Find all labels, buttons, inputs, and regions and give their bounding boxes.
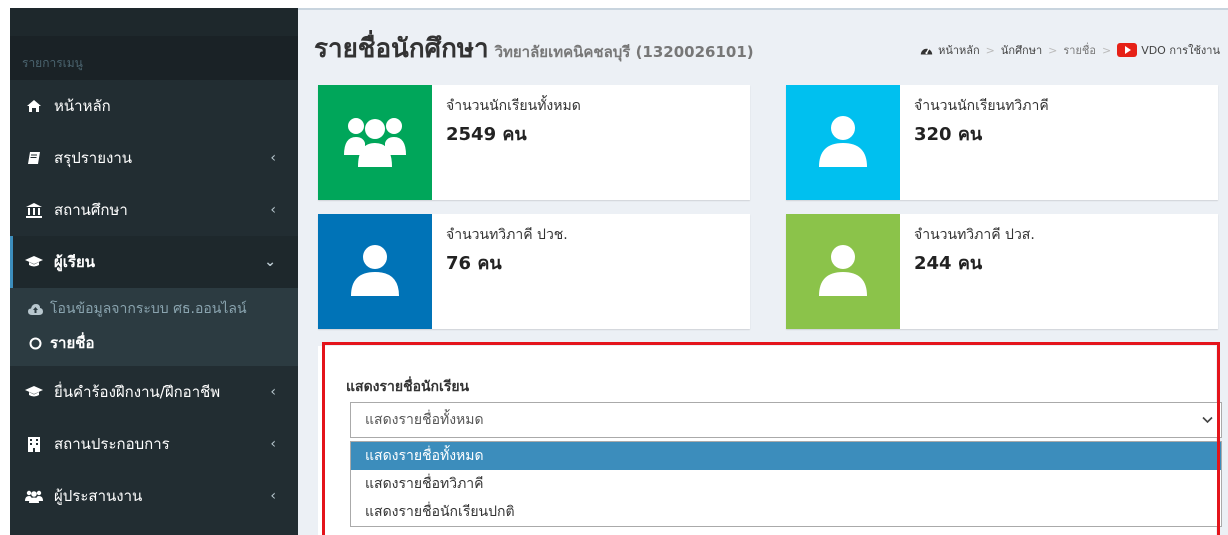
stat-box-dual-high-vocational: จำนวนทวิภาคี ปวส. 244 คน — [786, 214, 1218, 329]
sidebar-subitem-transfer[interactable]: โอนข้อมูลจากระบบ ศธ.ออนไลน์ — [10, 292, 298, 326]
chevron-down-icon — [1202, 413, 1213, 428]
stat-value: 76 คน — [446, 253, 502, 274]
youtube-icon — [1117, 43, 1138, 57]
student-filter-panel: แสดงรายชื่อนักเรียน แสดงรายชื่อทั้งหมด แ… — [318, 346, 1222, 535]
chevron-left-icon: ‹ — [270, 488, 276, 504]
bank-icon — [24, 202, 44, 218]
select-current-value: แสดงรายชื่อทั้งหมด — [365, 412, 484, 428]
sidebar-item-label: ยื่นคำร้องฝึกงาน/ฝึกอาชีพ — [54, 383, 221, 401]
breadcrumb-separator: > — [1101, 43, 1112, 57]
sidebar-item-enterprises[interactable]: สถานประกอบการ ‹ — [10, 418, 298, 470]
book-icon — [24, 151, 44, 165]
dashboard-icon — [920, 45, 933, 56]
filter-title: แสดงรายชื่อนักเรียน — [346, 379, 470, 395]
user-icon — [819, 115, 867, 171]
sidebar-item-students[interactable]: ผู้เรียน ⌄ — [10, 236, 298, 288]
user-icon — [351, 244, 399, 300]
main-content: รายชื่อนักศึกษา วิทยาลัยเทคนิคชลบุรี (132… — [298, 8, 1228, 535]
page-title: รายชื่อนักศึกษา วิทยาลัยเทคนิคชลบุรี (132… — [314, 28, 754, 69]
sidebar-top-strip — [10, 8, 298, 36]
sidebar-item-label: ผู้ประสานงาน — [54, 487, 143, 505]
chevron-left-icon: ‹ — [270, 436, 276, 452]
sidebar-item-home[interactable]: หน้าหลัก — [10, 80, 298, 132]
breadcrumb-separator: > — [985, 43, 995, 57]
sidebar-item-reports[interactable]: สรุปรายงาน ‹ — [10, 132, 298, 184]
sidebar-item-label: สถานศึกษา — [54, 201, 128, 219]
page-title-text: รายชื่อนักศึกษา — [314, 34, 489, 64]
stat-box-dual-vocational: จำนวนทวิภาคี ปวช. 76 คน — [318, 214, 750, 329]
chevron-left-icon: ‹ — [270, 150, 276, 166]
sidebar-subitem-label: โอนข้อมูลจากระบบ ศธ.ออนไลน์ — [50, 301, 247, 317]
option-show-regular[interactable]: แสดงรายชื่อนักเรียนปกติ — [351, 498, 1221, 526]
sidebar-subitem-label: รายชื่อ — [50, 334, 95, 352]
stat-label: จำนวนทวิภาคี ปวส. — [914, 227, 1035, 243]
breadcrumb-list: รายชื่อ — [1063, 44, 1096, 57]
graduation-cap-icon — [24, 256, 44, 268]
breadcrumb-separator: > — [1048, 43, 1058, 57]
breadcrumb: หน้าหลัก > นักศึกษา > รายชื่อ > VDO การใ… — [920, 41, 1220, 59]
sidebar-subitem-list[interactable]: รายชื่อ — [10, 326, 298, 360]
sidebar-item-internship-request[interactable]: ยื่นคำร้องฝึกงาน/ฝึกอาชีพ ‹ — [10, 366, 298, 418]
breadcrumb-students[interactable]: นักศึกษา — [1001, 41, 1042, 59]
stat-label: จำนวนนักเรียนทวิภาคี — [914, 98, 1049, 114]
stat-value: 2549 คน — [446, 124, 527, 145]
sidebar-item-institution[interactable]: สถานศึกษา ‹ — [10, 184, 298, 236]
student-filter-options: แสดงรายชื่อทั้งหมด แสดงรายชื่อทวิภาคี แส… — [350, 441, 1222, 527]
chevron-left-icon: ‹ — [270, 202, 276, 218]
user-icon — [819, 244, 867, 300]
option-show-all[interactable]: แสดงรายชื่อทั้งหมด — [351, 442, 1221, 470]
stat-value: 320 คน — [914, 124, 983, 145]
chevron-left-icon: ‹ — [270, 384, 276, 400]
sidebar-submenu-students: โอนข้อมูลจากระบบ ศธ.ออนไลน์ รายชื่อ — [10, 288, 298, 366]
sidebar-item-coordinators[interactable]: ผู้ประสานงาน ‹ — [10, 470, 298, 522]
page-subtitle: วิทยาลัยเทคนิคชลบุรี (1320026101) — [494, 43, 754, 61]
stat-value: 244 คน — [914, 253, 983, 274]
users-icon — [344, 115, 406, 171]
stat-icon-area — [786, 85, 900, 200]
circle-icon — [26, 337, 44, 350]
sidebar-item-label: สถานประกอบการ — [54, 435, 170, 453]
stat-box-dual-students: จำนวนนักเรียนทวิภาคี 320 คน — [786, 85, 1218, 200]
stat-icon-area — [318, 214, 432, 329]
header-divider — [298, 8, 1228, 10]
sidebar-item-label: หน้าหลัก — [54, 97, 111, 115]
sidebar-menu-header: รายการเมนู — [10, 36, 298, 80]
stat-box-total-students: จำนวนนักเรียนทั้งหมด 2549 คน — [318, 85, 750, 200]
breadcrumb-home[interactable]: หน้าหลัก — [938, 41, 980, 59]
sidebar-item-label: สรุปรายงาน — [54, 149, 133, 167]
users-icon — [24, 490, 44, 503]
sidebar: รายการเมนู หน้าหลัก สรุปรายงาน ‹ สถานศึก… — [10, 8, 298, 535]
building-icon — [24, 436, 44, 452]
stat-label: จำนวนนักเรียนทั้งหมด — [446, 98, 581, 114]
cloud-upload-icon — [26, 303, 44, 315]
home-icon — [24, 99, 44, 113]
option-show-dual[interactable]: แสดงรายชื่อทวิภาคี — [351, 470, 1221, 498]
stat-icon-area — [318, 85, 432, 200]
graduation-cap-icon — [24, 386, 44, 398]
chevron-down-icon: ⌄ — [264, 254, 276, 270]
stat-label: จำนวนทวิภาคี ปวช. — [446, 227, 568, 243]
student-filter-select[interactable]: แสดงรายชื่อทั้งหมด — [350, 402, 1222, 438]
stat-icon-area — [786, 214, 900, 329]
sidebar-item-label: ผู้เรียน — [54, 253, 96, 271]
breadcrumb-video-link[interactable]: VDO การใช้งาน — [1141, 41, 1220, 59]
